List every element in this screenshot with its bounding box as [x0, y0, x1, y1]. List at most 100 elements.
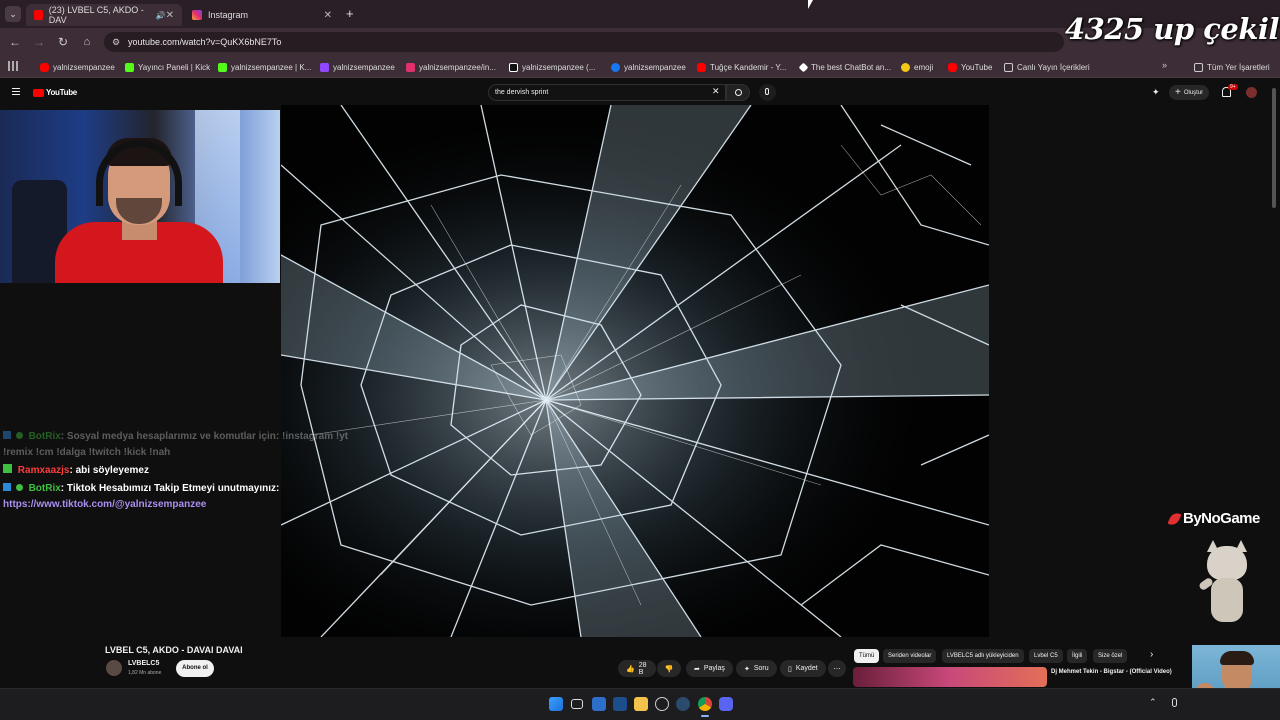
- microphone-icon[interactable]: [759, 84, 776, 101]
- search-icon: [735, 89, 742, 96]
- bookmark-item[interactable]: YouTube: [948, 60, 992, 74]
- chat-text: : Tiktok Hesabımızı Takip Etmeyi unutmay…: [60, 483, 280, 494]
- share-button[interactable]: ➦ Paylaş: [686, 660, 733, 677]
- tray-chevron-up-icon[interactable]: ⌃: [1149, 697, 1157, 708]
- feather-icon: [1167, 510, 1182, 527]
- microphone-tray-icon[interactable]: [1172, 698, 1177, 707]
- bookmark-item[interactable]: yalnizsempanzee (...: [509, 60, 595, 74]
- windows-start-icon[interactable]: [549, 697, 563, 711]
- bookmark-item[interactable]: yalnizsempanzee: [611, 60, 686, 74]
- bookmark-item[interactable]: emoji: [901, 60, 933, 74]
- youtube-logo[interactable]: YouTube: [33, 88, 77, 97]
- recommendation-title[interactable]: Dj Mehmet Tekin - Bigstar - (Official Vi…: [1051, 668, 1181, 677]
- clear-search-icon[interactable]: ✕: [712, 86, 720, 97]
- tab-instagram[interactable]: Instagram ✕: [184, 4, 340, 26]
- chat-message: BotRix: Sosyal medya hesaplarımız ve kom…: [3, 429, 348, 445]
- youtube-play-icon: [33, 88, 44, 97]
- chevron-right-icon[interactable]: ›: [1150, 649, 1153, 660]
- chevron-double-right-icon[interactable]: »: [1162, 60, 1167, 70]
- page-scrollbar[interactable]: [1272, 88, 1276, 208]
- url-text: youtube.com/watch?v=QuKX6bNE7To: [128, 37, 282, 47]
- bookmark-icon: ▯: [788, 665, 792, 673]
- chat-message: !remix !cm !dalga !twitch !kick !nah: [3, 445, 170, 461]
- reload-icon[interactable]: ↻: [55, 34, 71, 50]
- chat-username: Ramxaazjs: [17, 465, 70, 476]
- file-explorer-icon[interactable]: [634, 697, 648, 711]
- bookmark-item[interactable]: yalnizsempanzee/in...: [406, 60, 496, 74]
- chat-text: : Sosyal medya hesaplarımız ve komutlar …: [60, 431, 349, 442]
- site-info-icon[interactable]: ⚙: [112, 32, 120, 52]
- active-app-indicator: [701, 715, 709, 717]
- apps-grid-icon[interactable]: [8, 61, 18, 71]
- address-bar[interactable]: ⚙ youtube.com/watch?v=QuKX6bNE7To: [104, 32, 1064, 52]
- bookmark-item[interactable]: The best ChatBot an...: [798, 60, 891, 74]
- search-input[interactable]: the dervish sprint: [488, 84, 726, 101]
- chip-series[interactable]: Seriden videolar: [883, 649, 937, 663]
- chat-link[interactable]: https://www.tiktok.com/@yalnizsempanzee: [3, 497, 206, 513]
- channel-name[interactable]: LVBELC5: [128, 660, 159, 667]
- notification-count-badge: 9+: [1228, 84, 1238, 90]
- task-view-icon[interactable]: [571, 699, 583, 709]
- chip-artist[interactable]: Lvbel C5: [1029, 649, 1063, 663]
- thumbs-up-icon: 👍: [626, 665, 635, 673]
- all-bookmarks-folder[interactable]: Tüm Yer İşaretleri: [1194, 60, 1270, 74]
- facebook-icon: [611, 62, 620, 72]
- avatar[interactable]: [1246, 87, 1257, 98]
- chip-uploader[interactable]: LVBELC5 adlı yükleyiciden: [942, 649, 1024, 663]
- chip-all[interactable]: Tümü: [854, 649, 880, 663]
- close-icon[interactable]: ✕: [324, 10, 332, 21]
- chip-related[interactable]: İlgili: [1067, 649, 1088, 663]
- more-options-button[interactable]: ⋯: [828, 660, 846, 677]
- thumbs-down-icon: 👎: [664, 665, 674, 673]
- tab-youtube[interactable]: (23) LVBEL C5, AKDO - DAV 🔊 ✕: [26, 4, 182, 26]
- bookmark-item[interactable]: Yayıncı Paneli | Kick: [125, 60, 210, 74]
- subscribe-button[interactable]: Abone ol: [176, 660, 214, 677]
- discord-icon[interactable]: [719, 697, 733, 711]
- bookmark-item[interactable]: yalnizsempanzee: [40, 60, 115, 74]
- hamburger-menu-icon[interactable]: [12, 88, 20, 95]
- kick-icon: [218, 62, 227, 72]
- channel-avatar[interactable]: [106, 660, 122, 676]
- twitch-icon: [320, 62, 329, 72]
- back-arrow-icon[interactable]: ←: [7, 34, 23, 50]
- sparkle-icon: ✦: [744, 665, 750, 673]
- plus-icon: +: [1175, 87, 1181, 98]
- dislike-button[interactable]: 👎: [657, 660, 681, 677]
- terminal-icon[interactable]: [613, 697, 627, 711]
- home-icon[interactable]: ⌂: [79, 34, 95, 50]
- steam-icon[interactable]: [676, 697, 690, 711]
- tab-search-button[interactable]: ⌄: [5, 6, 21, 22]
- like-button[interactable]: 👍 28 B: [618, 660, 656, 677]
- youtube-icon: [34, 10, 43, 20]
- game-app-icon[interactable]: [655, 697, 669, 711]
- bookmark-item[interactable]: yalnizsempanzee: [320, 60, 395, 74]
- bookmark-folder[interactable]: Canlı Yayın İçerikleri: [1004, 60, 1090, 74]
- video-player[interactable]: [281, 105, 989, 637]
- chat-text: https://www.tiktok.com/@yalnizsempanzee: [3, 499, 207, 510]
- verified-icon: [15, 484, 23, 491]
- widgets-icon[interactable]: [592, 697, 606, 711]
- folder-icon: [1004, 62, 1013, 72]
- tab-label: (23) LVBEL C5, AKDO - DAV: [48, 5, 144, 25]
- close-icon[interactable]: ✕: [166, 10, 174, 21]
- speaker-icon[interactable]: 🔊: [156, 11, 166, 20]
- chip-for-you[interactable]: Size özel: [1093, 649, 1128, 663]
- folder-icon: [1194, 62, 1203, 72]
- save-button[interactable]: ▯ Kaydet: [780, 660, 826, 677]
- search-button[interactable]: [726, 84, 750, 101]
- tiktok-icon: [509, 62, 518, 72]
- premium-badge-icon[interactable]: ✦: [1152, 87, 1162, 97]
- ask-button[interactable]: ✦ Soru: [736, 660, 777, 677]
- recommendation-thumbnail[interactable]: [853, 667, 1047, 687]
- chat-text: : abi söyleyemez: [69, 465, 149, 476]
- bookmark-item[interactable]: yalnizsempanzee | K...: [218, 60, 311, 74]
- youtube-icon: [697, 62, 706, 72]
- create-button[interactable]: + Oluştur: [1169, 85, 1210, 100]
- giveaway-overlay-text: 4325 up çekiliş: [1065, 12, 1280, 46]
- chat-message: BotRix: Tiktok Hesabımızı Takip Etmeyi u…: [3, 481, 279, 497]
- chrome-icon[interactable]: [698, 697, 712, 711]
- new-tab-button[interactable]: +: [346, 6, 354, 21]
- bookmark-item[interactable]: Tuğçe Kandemir - Y...: [697, 60, 786, 74]
- forward-arrow-icon[interactable]: →: [31, 34, 47, 50]
- kick-icon: [125, 62, 134, 72]
